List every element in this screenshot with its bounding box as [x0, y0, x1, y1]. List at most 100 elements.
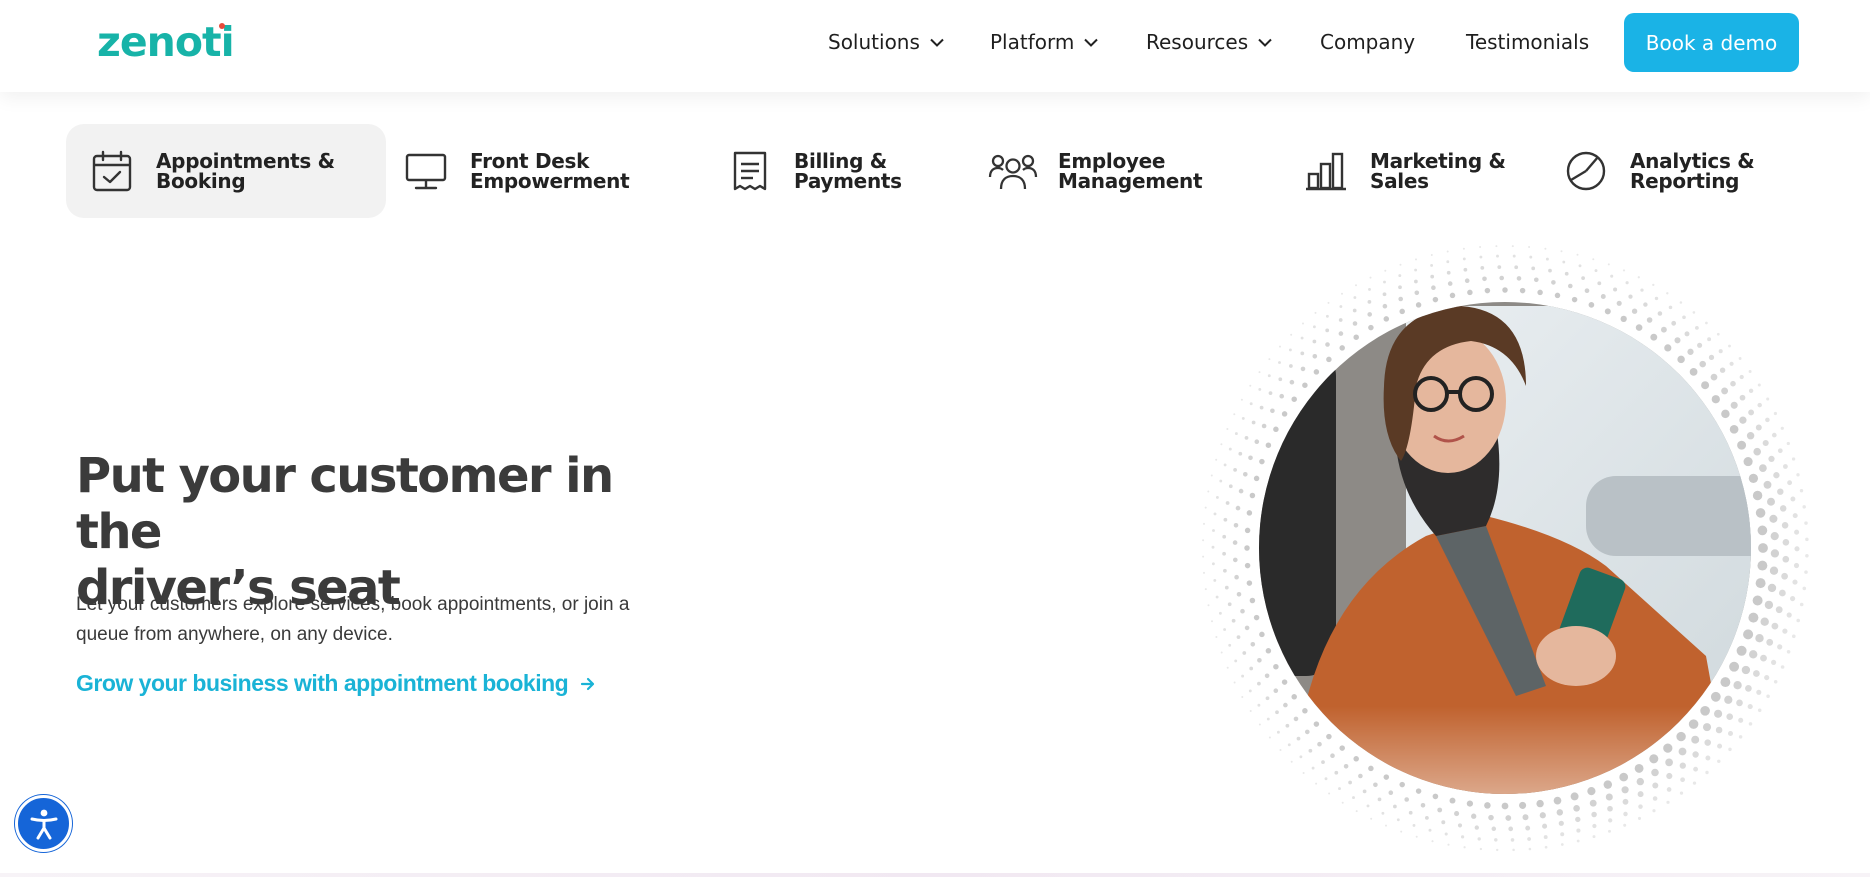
decor-dot	[1225, 501, 1230, 505]
decor-dot	[1652, 782, 1659, 789]
appointment-booking-link[interactable]: Grow your business with appointment book…	[76, 670, 596, 697]
arrow-right-icon	[581, 677, 595, 690]
decor-dot	[1223, 463, 1227, 467]
decor-dot	[1265, 442, 1272, 448]
decor-dot	[1755, 578, 1766, 589]
decor-dot	[1353, 334, 1359, 340]
decor-dot	[1251, 420, 1256, 425]
decor-dot	[1700, 705, 1710, 716]
decor-dot	[1302, 772, 1305, 774]
nav-resources[interactable]: Resources	[1146, 26, 1272, 58]
decor-dot	[1782, 464, 1788, 469]
decor-dot	[1222, 534, 1227, 539]
decor-dot	[1748, 473, 1759, 484]
decor-dot	[1254, 439, 1260, 445]
decor-dot	[1777, 644, 1783, 650]
decor-dot	[1635, 324, 1643, 331]
tab-marketing-sales[interactable]: Marketing & Sales	[1280, 124, 1540, 218]
accessibility-button[interactable]	[15, 795, 72, 852]
decor-dot	[1215, 495, 1219, 499]
decor-dot	[1233, 681, 1236, 684]
decor-dot	[1652, 796, 1658, 801]
decor-dot	[1302, 382, 1308, 388]
decor-dot	[1695, 326, 1699, 330]
decor-dot	[1215, 636, 1218, 638]
tab-billing-payments[interactable]: Billing & Payments	[704, 124, 964, 218]
nav-company[interactable]: Company	[1320, 26, 1415, 58]
decor-dot	[1739, 416, 1747, 424]
tab-front-desk[interactable]: Front Desk Empowerment	[380, 124, 680, 218]
decor-dot	[1749, 650, 1758, 659]
decor-dot	[1330, 753, 1335, 759]
decor-dot	[1570, 792, 1579, 801]
monitor-icon	[405, 153, 447, 190]
decor-dot	[1793, 562, 1800, 569]
decor-dot	[1575, 816, 1581, 823]
nav-solutions[interactable]: Solutions	[828, 26, 944, 58]
decor-dot	[1755, 424, 1762, 431]
decor-dot	[1362, 789, 1367, 794]
decor-dot	[1488, 814, 1494, 821]
decor-dot	[1228, 447, 1232, 451]
decor-dot	[1730, 401, 1738, 409]
decor-dot	[1241, 696, 1244, 698]
accessibility-icon	[30, 809, 57, 839]
decor-dot	[1223, 517, 1228, 522]
decor-dot	[1203, 522, 1205, 525]
decor-dot	[1313, 369, 1320, 375]
decor-dot	[1367, 312, 1373, 317]
decor-dot	[1729, 424, 1739, 434]
decor-dot	[1495, 848, 1499, 852]
zenoti-logo[interactable]: zenoti	[97, 16, 235, 68]
decor-dot	[1625, 281, 1629, 285]
decor-dot	[1729, 661, 1740, 672]
decor-dot	[1479, 246, 1482, 248]
nav-platform[interactable]: Platform	[990, 26, 1099, 58]
decor-dot	[1758, 543, 1768, 553]
decor-dot	[1738, 717, 1744, 723]
book-demo-button[interactable]: Book a demo	[1624, 13, 1799, 72]
decor-dot	[1279, 749, 1282, 751]
decor-dot	[1327, 301, 1330, 304]
decor-dot	[1747, 704, 1753, 710]
decor-dot	[1325, 314, 1329, 318]
decor-dot	[1663, 743, 1673, 753]
decor-dot	[1491, 826, 1497, 832]
decor-dot	[1219, 479, 1223, 483]
nav-label: Company	[1320, 30, 1416, 54]
decor-dot	[1304, 729, 1310, 735]
decor-dot	[1766, 397, 1770, 401]
decor-dot	[1384, 269, 1387, 272]
decor-dot	[1782, 555, 1790, 563]
decor-dot	[1693, 766, 1699, 772]
decor-dot	[1437, 807, 1443, 813]
decor-dot	[1399, 308, 1405, 315]
decor-dot	[1729, 361, 1734, 366]
decor-dot	[1213, 512, 1217, 516]
tab-analytics-reporting[interactable]: Analytics & Reporting	[1540, 124, 1800, 218]
decor-dot	[1250, 641, 1256, 647]
decor-dot	[1666, 772, 1673, 780]
decor-dot	[1748, 388, 1754, 393]
decor-dot	[1288, 348, 1292, 352]
decor-dot	[1244, 436, 1249, 440]
tab-employee-management[interactable]: Employee Management	[964, 124, 1264, 218]
decor-dot	[1447, 843, 1450, 846]
decor-dot	[1786, 650, 1791, 654]
decor-dot	[1268, 736, 1271, 739]
decor-dot	[1512, 254, 1516, 258]
decor-dot	[1796, 618, 1800, 623]
tab-appointments-booking[interactable]: Appointments & Booking	[66, 124, 386, 218]
decor-dot	[1415, 302, 1422, 308]
decor-dot	[1467, 289, 1473, 296]
decor-dot	[1794, 529, 1800, 535]
decor-dot	[1238, 451, 1243, 456]
decor-dot	[1399, 263, 1402, 266]
decor-dot	[1556, 809, 1564, 816]
nav-testimonials[interactable]: Testimonials	[1466, 26, 1589, 58]
hero-image	[1202, 245, 1809, 852]
decor-dot	[1762, 439, 1769, 447]
decor-dot	[1236, 591, 1242, 597]
decor-dot	[1718, 349, 1723, 354]
decor-dot	[1212, 529, 1215, 532]
